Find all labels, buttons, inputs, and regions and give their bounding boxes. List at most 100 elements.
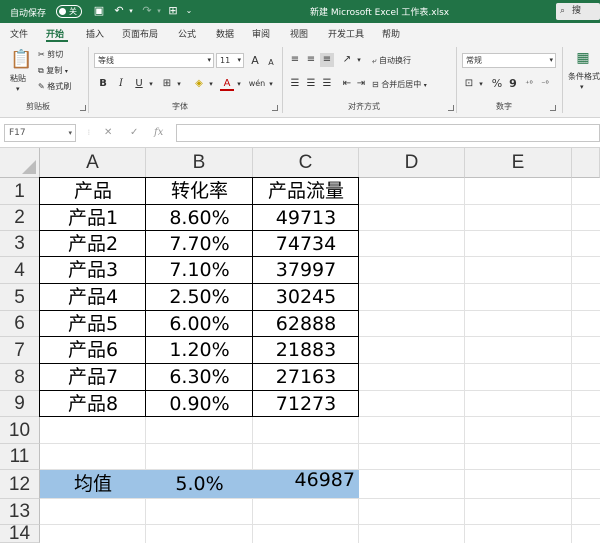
table-cell[interactable]: 产品7 [40, 364, 146, 391]
row-header-12[interactable]: 12 [0, 470, 40, 499]
table-cell[interactable]: 产品1 [40, 205, 146, 231]
row-header-2[interactable]: 2 [0, 205, 40, 231]
table-cell[interactable]: 27163 [253, 364, 359, 391]
column-header-c[interactable]: C [253, 148, 359, 178]
autosave-toggle[interactable]: 关 [56, 5, 82, 18]
tab-formulas[interactable]: 公式 [178, 27, 196, 40]
save-icon[interactable]: ▣ [92, 4, 106, 18]
conditional-format-icon[interactable]: ▦ [572, 49, 594, 67]
table-cell[interactable]: 产品6 [40, 337, 146, 364]
clipboard-launcher-icon[interactable] [80, 105, 86, 111]
table-cell[interactable]: 74734 [253, 231, 359, 257]
tab-page-layout[interactable]: 页面布局 [122, 27, 158, 40]
row-header-3[interactable]: 3 [0, 231, 40, 257]
table-cell[interactable]: 21883 [253, 337, 359, 364]
format-painter-button[interactable]: ✎ 格式刷 [38, 81, 71, 92]
paste-button[interactable]: 粘贴 [10, 73, 26, 84]
row-header-6[interactable]: 6 [0, 311, 40, 337]
row-header-8[interactable]: 8 [0, 364, 40, 391]
tab-developer[interactable]: 开发工具 [328, 27, 364, 40]
table-cell[interactable]: 2.50% [146, 284, 253, 311]
column-header-a[interactable]: A [40, 148, 146, 178]
tab-insert[interactable]: 插入 [86, 27, 104, 40]
table-cell[interactable]: 71273 [253, 391, 359, 417]
increase-decimal-icon[interactable]: ⁺⁰ [522, 77, 536, 91]
align-right-icon[interactable]: ☰ [320, 77, 334, 91]
table-cell[interactable]: 1.20% [146, 337, 253, 364]
increase-indent-icon[interactable]: ⇥ [354, 77, 368, 91]
underline-dropdown-icon[interactable]: ▾ [144, 77, 158, 91]
table-cell[interactable]: 8.60% [146, 205, 253, 231]
font-size-combo[interactable]: 11 ▾ [216, 53, 244, 68]
tab-help[interactable]: 帮助 [382, 27, 400, 40]
average-flow-cell[interactable]: 46987 [253, 470, 359, 499]
fill-dropdown-icon[interactable]: ▾ [204, 77, 218, 91]
merge-center-button[interactable]: ⊟ 合并后居中 ▾ [372, 79, 427, 90]
conditional-format-dropdown-icon[interactable]: ▾ [580, 83, 584, 91]
borders-dropdown-icon[interactable]: ▾ [172, 77, 186, 91]
italic-button[interactable]: I [114, 77, 128, 91]
average-label-cell[interactable]: 均值 [40, 470, 146, 499]
alignment-launcher-icon[interactable] [448, 105, 454, 111]
accounting-dropdown-icon[interactable]: ▾ [474, 77, 488, 91]
spreadsheet-grid[interactable]: A B C D E 1 2 3 4 5 6 7 8 9 10 11 12 13 14 产品 转化率 产品流量 产品1 8.60… [0, 148, 600, 543]
number-launcher-icon[interactable] [550, 105, 556, 111]
row-header-11[interactable]: 11 [0, 444, 40, 470]
column-header-e[interactable]: E [465, 148, 572, 178]
tab-data[interactable]: 数据 [216, 27, 234, 40]
font-color-dropdown-icon[interactable]: ▾ [232, 77, 246, 91]
comma-style-icon[interactable]: 9 [506, 77, 520, 91]
cut-button[interactable]: ✂ 剪切 [38, 49, 63, 60]
customize-toolbar-icon[interactable]: ⌄ [182, 4, 196, 18]
table-cell[interactable]: 49713 [253, 205, 359, 231]
paste-dropdown-icon[interactable]: ▾ [16, 85, 20, 93]
table-cell[interactable]: 产品4 [40, 284, 146, 311]
table-cell[interactable]: 62888 [253, 311, 359, 337]
row-header-13[interactable]: 13 [0, 499, 40, 525]
orientation-dropdown-icon[interactable]: ▾ [352, 53, 366, 67]
row-header-10[interactable]: 10 [0, 417, 40, 444]
bold-button[interactable]: B [96, 77, 110, 91]
table-cell[interactable]: 产品3 [40, 257, 146, 284]
table-cell[interactable]: 30245 [253, 284, 359, 311]
grow-font-icon[interactable]: A [248, 54, 262, 68]
tab-home[interactable]: 开始 [46, 27, 64, 40]
percent-style-icon[interactable]: % [490, 77, 504, 91]
column-header-d[interactable]: D [359, 148, 465, 178]
undo-dropdown-icon[interactable]: ▾ [124, 4, 138, 18]
font-launcher-icon[interactable] [272, 105, 278, 111]
header-cell[interactable]: 产品 [40, 178, 146, 205]
conditional-format-button[interactable]: 条件格式 [568, 71, 600, 82]
row-header-7[interactable]: 7 [0, 337, 40, 364]
row-header-5[interactable]: 5 [0, 284, 40, 311]
wrap-text-button[interactable]: ⤶ 自动换行 [372, 55, 411, 66]
enter-icon[interactable]: ✓ [130, 124, 138, 142]
average-rate-cell[interactable]: 5.0% [146, 470, 253, 499]
tab-view[interactable]: 视图 [290, 27, 308, 40]
align-center-icon[interactable]: ☰ [304, 77, 318, 91]
form-icon[interactable]: ⊞ [166, 4, 180, 18]
name-box[interactable]: F17 ▾ [4, 124, 76, 142]
table-cell[interactable]: 6.30% [146, 364, 253, 391]
number-format-combo[interactable]: 常规 ▾ [462, 53, 556, 68]
shrink-font-icon[interactable]: A [264, 56, 278, 70]
table-cell[interactable]: 产品8 [40, 391, 146, 417]
row-header-9[interactable]: 9 [0, 391, 40, 417]
row-header-4[interactable]: 4 [0, 257, 40, 284]
table-cell[interactable]: 7.10% [146, 257, 253, 284]
table-cell[interactable]: 7.70% [146, 231, 253, 257]
column-header-b[interactable]: B [146, 148, 253, 178]
decrease-decimal-icon[interactable]: ⁻⁰ [538, 77, 552, 91]
align-top-icon[interactable]: ≡ [288, 53, 302, 67]
cancel-icon[interactable]: ✕ [104, 124, 112, 142]
row-header-14[interactable]: 14 [0, 524, 40, 543]
table-cell[interactable]: 37997 [253, 257, 359, 284]
decrease-indent-icon[interactable]: ⇤ [340, 77, 354, 91]
align-bottom-icon[interactable]: ≡ [320, 53, 334, 67]
paste-icon[interactable]: 📋 [10, 49, 32, 71]
table-cell[interactable]: 产品5 [40, 311, 146, 337]
row-header-1[interactable]: 1 [0, 178, 40, 205]
search-box[interactable]: ⌕ 搜 [556, 3, 600, 20]
align-left-icon[interactable]: ☰ [288, 77, 302, 91]
align-middle-icon[interactable]: ≡ [304, 53, 318, 67]
